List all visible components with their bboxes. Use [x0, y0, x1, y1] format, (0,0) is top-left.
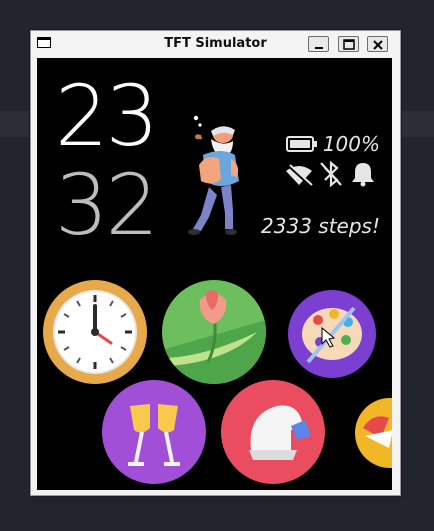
close-button[interactable]: [367, 36, 388, 52]
walking-man-illustration: [188, 115, 239, 235]
tft-simulator-window: TFT Simulator 23 32 100% 2333 steps!: [30, 30, 401, 496]
partial-app[interactable]: [355, 398, 392, 468]
unknown-icon: [363, 416, 392, 448]
tulip-icon: [162, 290, 266, 384]
maximize-button[interactable]: [338, 36, 359, 52]
minimize-button[interactable]: [308, 36, 329, 52]
bluetooth-off-icon: [320, 161, 342, 187]
tulip-app[interactable]: [162, 280, 266, 384]
battery-percent: 100%: [322, 132, 380, 156]
battery-status: 100%: [285, 132, 380, 156]
status-icons: [282, 161, 382, 189]
minimize-icon: [315, 47, 323, 49]
minute-display: 32: [55, 156, 159, 254]
clock-icon: [53, 290, 137, 374]
close-icon: [373, 40, 383, 50]
helmet-icon: [249, 405, 311, 460]
watch-screen[interactable]: 23 32 100% 2333 steps!: [37, 58, 392, 490]
clock-app[interactable]: [43, 280, 147, 384]
steps-counter: 2333 steps!: [261, 214, 380, 238]
battery-icon: [285, 136, 317, 152]
maximize-icon: [343, 39, 355, 50]
palette-icon: [302, 306, 362, 364]
bell-icon: [352, 163, 374, 187]
helmet-app[interactable]: [221, 380, 325, 484]
title-bar[interactable]: TFT Simulator: [31, 31, 400, 57]
paint-app[interactable]: [288, 290, 376, 378]
hour-display: 23: [55, 67, 159, 165]
champagne-app[interactable]: [102, 380, 206, 484]
wifi-off-icon: [286, 163, 313, 187]
champagne-icon: [128, 404, 180, 466]
